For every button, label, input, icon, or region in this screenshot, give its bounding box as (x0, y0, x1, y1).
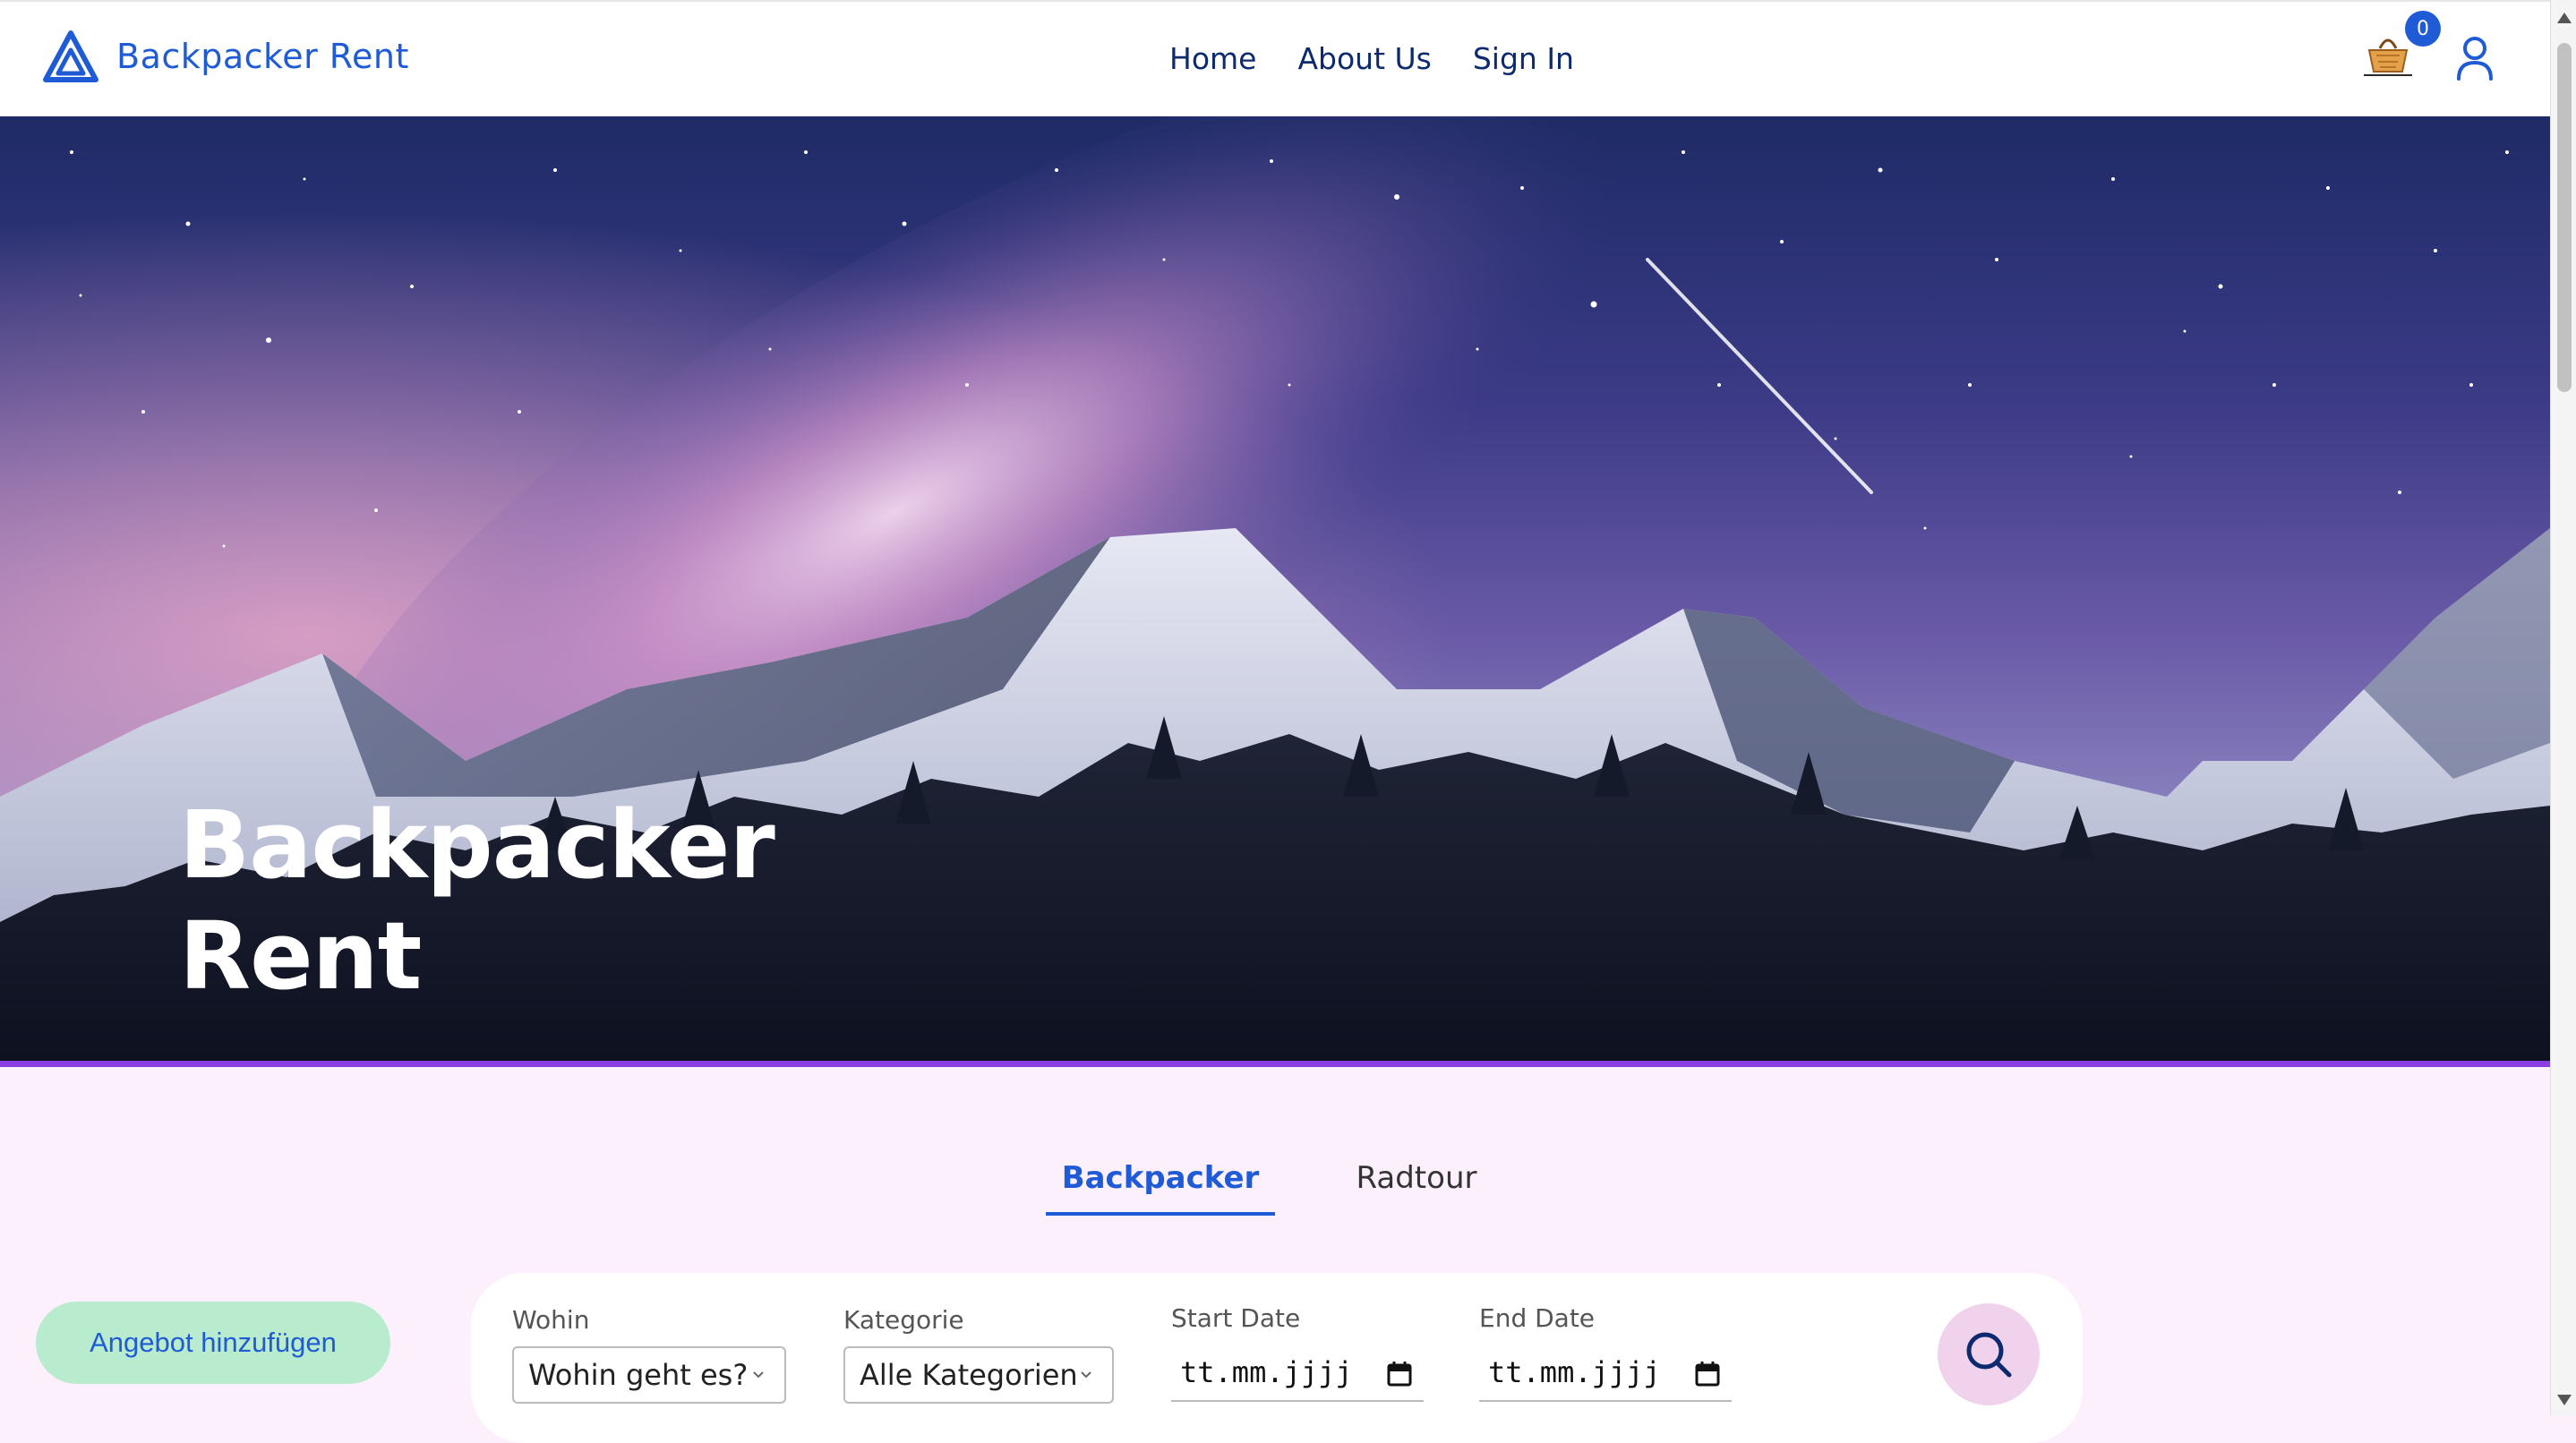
navbar: Backpacker Rent Home About Us Sign In 0 (0, 0, 2550, 116)
scroll-down-arrow-icon[interactable] (2557, 1395, 2572, 1405)
vertical-scrollbar[interactable] (2550, 0, 2576, 1415)
wohin-label: Wohin (512, 1305, 590, 1335)
hero-title: Backpacker Rent (179, 790, 806, 1012)
scroll-thumb[interactable] (2557, 43, 2572, 392)
tab-radtour[interactable]: Radtour (1302, 1130, 1531, 1216)
kategorie-select-value: Alle Kategorien (860, 1358, 1078, 1392)
search-icon (1966, 1332, 2012, 1378)
wohin-select[interactable]: Wohin geht es? (512, 1346, 786, 1404)
nav-about-us[interactable]: About Us (1297, 41, 1431, 76)
category-tabs: Backpacker Radtour (1046, 1130, 1531, 1216)
user-icon[interactable] (2455, 36, 2495, 81)
calendar-icon[interactable] (1386, 1361, 1413, 1388)
calendar-icon[interactable] (1694, 1361, 1721, 1388)
end-date-label: End Date (1479, 1303, 1596, 1333)
wohin-select-value: Wohin geht es? (528, 1358, 749, 1392)
main-nav: Home About Us Sign In (1169, 41, 1574, 76)
hero-bottom-border (0, 1061, 2550, 1067)
cart-count-badge: 0 (2405, 11, 2441, 47)
search-button[interactable] (1938, 1303, 2040, 1405)
kategorie-select[interactable]: Alle Kategorien (843, 1346, 1114, 1404)
nav-home[interactable]: Home (1169, 41, 1256, 76)
start-date-input[interactable]: tt.mm.jjjj (1171, 1345, 1424, 1402)
kategorie-label: Kategorie (843, 1305, 964, 1335)
end-date-input[interactable]: tt.mm.jjjj (1479, 1345, 1732, 1402)
brand-name: Backpacker Rent (116, 37, 409, 76)
scroll-up-arrow-icon[interactable] (2557, 13, 2572, 23)
chevron-down-icon (753, 1371, 764, 1379)
triangle-logo-icon (43, 30, 98, 82)
add-offer-button[interactable]: Angebot hinzufügen (36, 1302, 390, 1384)
hero-banner: Backpacker Rent (0, 116, 2550, 1061)
brand-link[interactable]: Backpacker Rent (43, 30, 409, 82)
nav-sign-in[interactable]: Sign In (1473, 41, 1574, 76)
hero-title-line1: Backpacker (179, 790, 775, 900)
cart-button[interactable]: 0 (2362, 11, 2441, 82)
search-panel: Wohin Wohin geht es? Kategorie Alle Kate… (471, 1273, 2083, 1443)
hero-title-line2: Rent (179, 901, 422, 1011)
start-date-label: Start Date (1171, 1303, 1301, 1333)
end-date-value: tt.mm.jjjj (1488, 1355, 1661, 1389)
start-date-value: tt.mm.jjjj (1180, 1355, 1353, 1389)
chevron-down-icon (1081, 1371, 1091, 1379)
tab-backpacker[interactable]: Backpacker (1046, 1130, 1275, 1216)
